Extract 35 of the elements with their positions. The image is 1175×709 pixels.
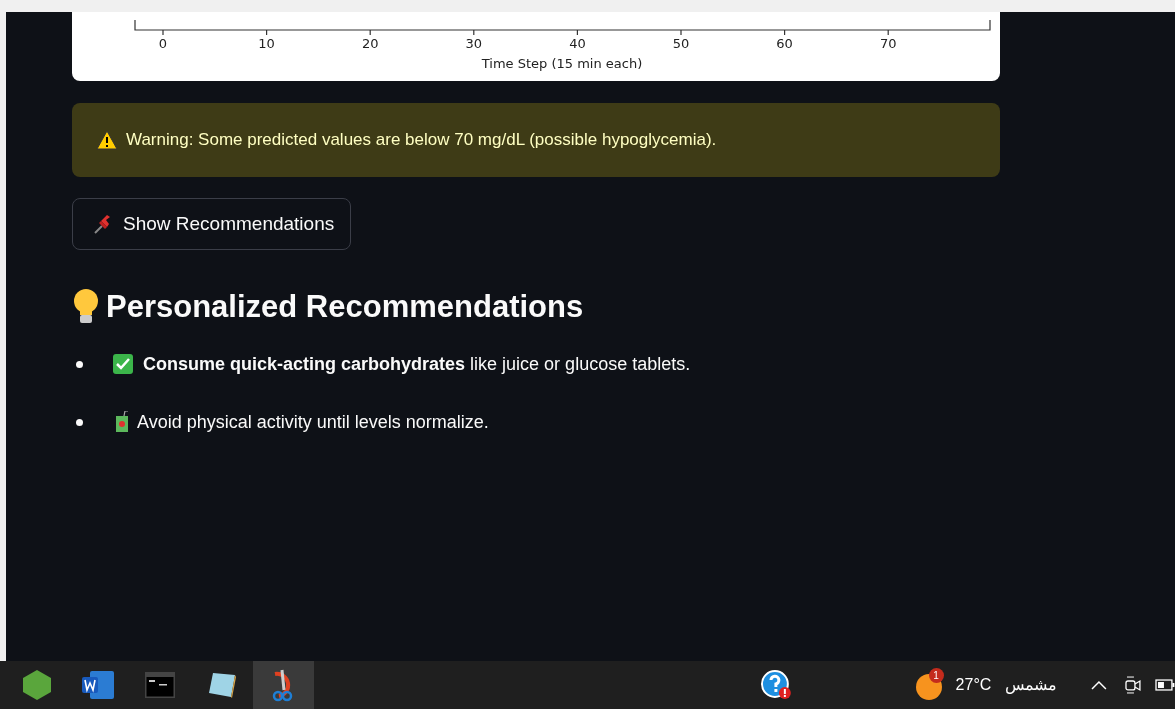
tick-label: 50 bbox=[672, 36, 690, 51]
tick-mark bbox=[887, 29, 889, 36]
tick-label: 20 bbox=[361, 36, 379, 51]
tick-mark bbox=[680, 29, 682, 36]
snipping-tool-icon[interactable] bbox=[252, 661, 315, 709]
tick-mark bbox=[473, 29, 475, 36]
juice-box-icon bbox=[115, 411, 129, 433]
help-icon[interactable] bbox=[759, 669, 794, 701]
tick-label: 0 bbox=[158, 36, 168, 51]
warning-icon bbox=[96, 130, 118, 150]
tick-label: 60 bbox=[776, 36, 793, 51]
tick-mark bbox=[784, 29, 786, 36]
tick-label: 10 bbox=[258, 36, 275, 51]
axis-label: Time Step (15 min each) bbox=[481, 56, 643, 71]
bullet-point bbox=[76, 360, 83, 368]
tick-mark bbox=[576, 29, 578, 36]
tick-mark bbox=[162, 29, 164, 36]
warning-text: Warning: Some predicted values are below 70 mg/dL (possible hypoglycemia). bbox=[126, 129, 717, 152]
battery-icon[interactable] bbox=[1155, 679, 1175, 691]
bullet-point bbox=[76, 418, 83, 426]
tick-label: 30 bbox=[465, 36, 483, 51]
show-recommendations-button[interactable]: Show Recommendations bbox=[72, 198, 352, 250]
caret-up-icon[interactable] bbox=[1091, 680, 1108, 690]
camera-icon[interactable] bbox=[1124, 675, 1143, 695]
tick-mark bbox=[266, 29, 268, 36]
temperature-text: 27°C bbox=[955, 675, 992, 695]
recommendation-text: Avoid physical activity until levels normalize. bbox=[137, 410, 489, 434]
tick-mark bbox=[369, 29, 371, 36]
tick-label: 40 bbox=[569, 36, 586, 51]
tick-label: 70 bbox=[879, 36, 897, 51]
lightbulb-icon bbox=[72, 288, 100, 326]
check-mark-icon bbox=[113, 354, 133, 374]
section-heading: Personalized Recommendations bbox=[106, 288, 584, 326]
weather-condition-text: مشمس bbox=[1005, 675, 1058, 696]
recommendation-text: Consume quick-acting carbohydrates like juice or glucose tablets. bbox=[143, 352, 691, 376]
